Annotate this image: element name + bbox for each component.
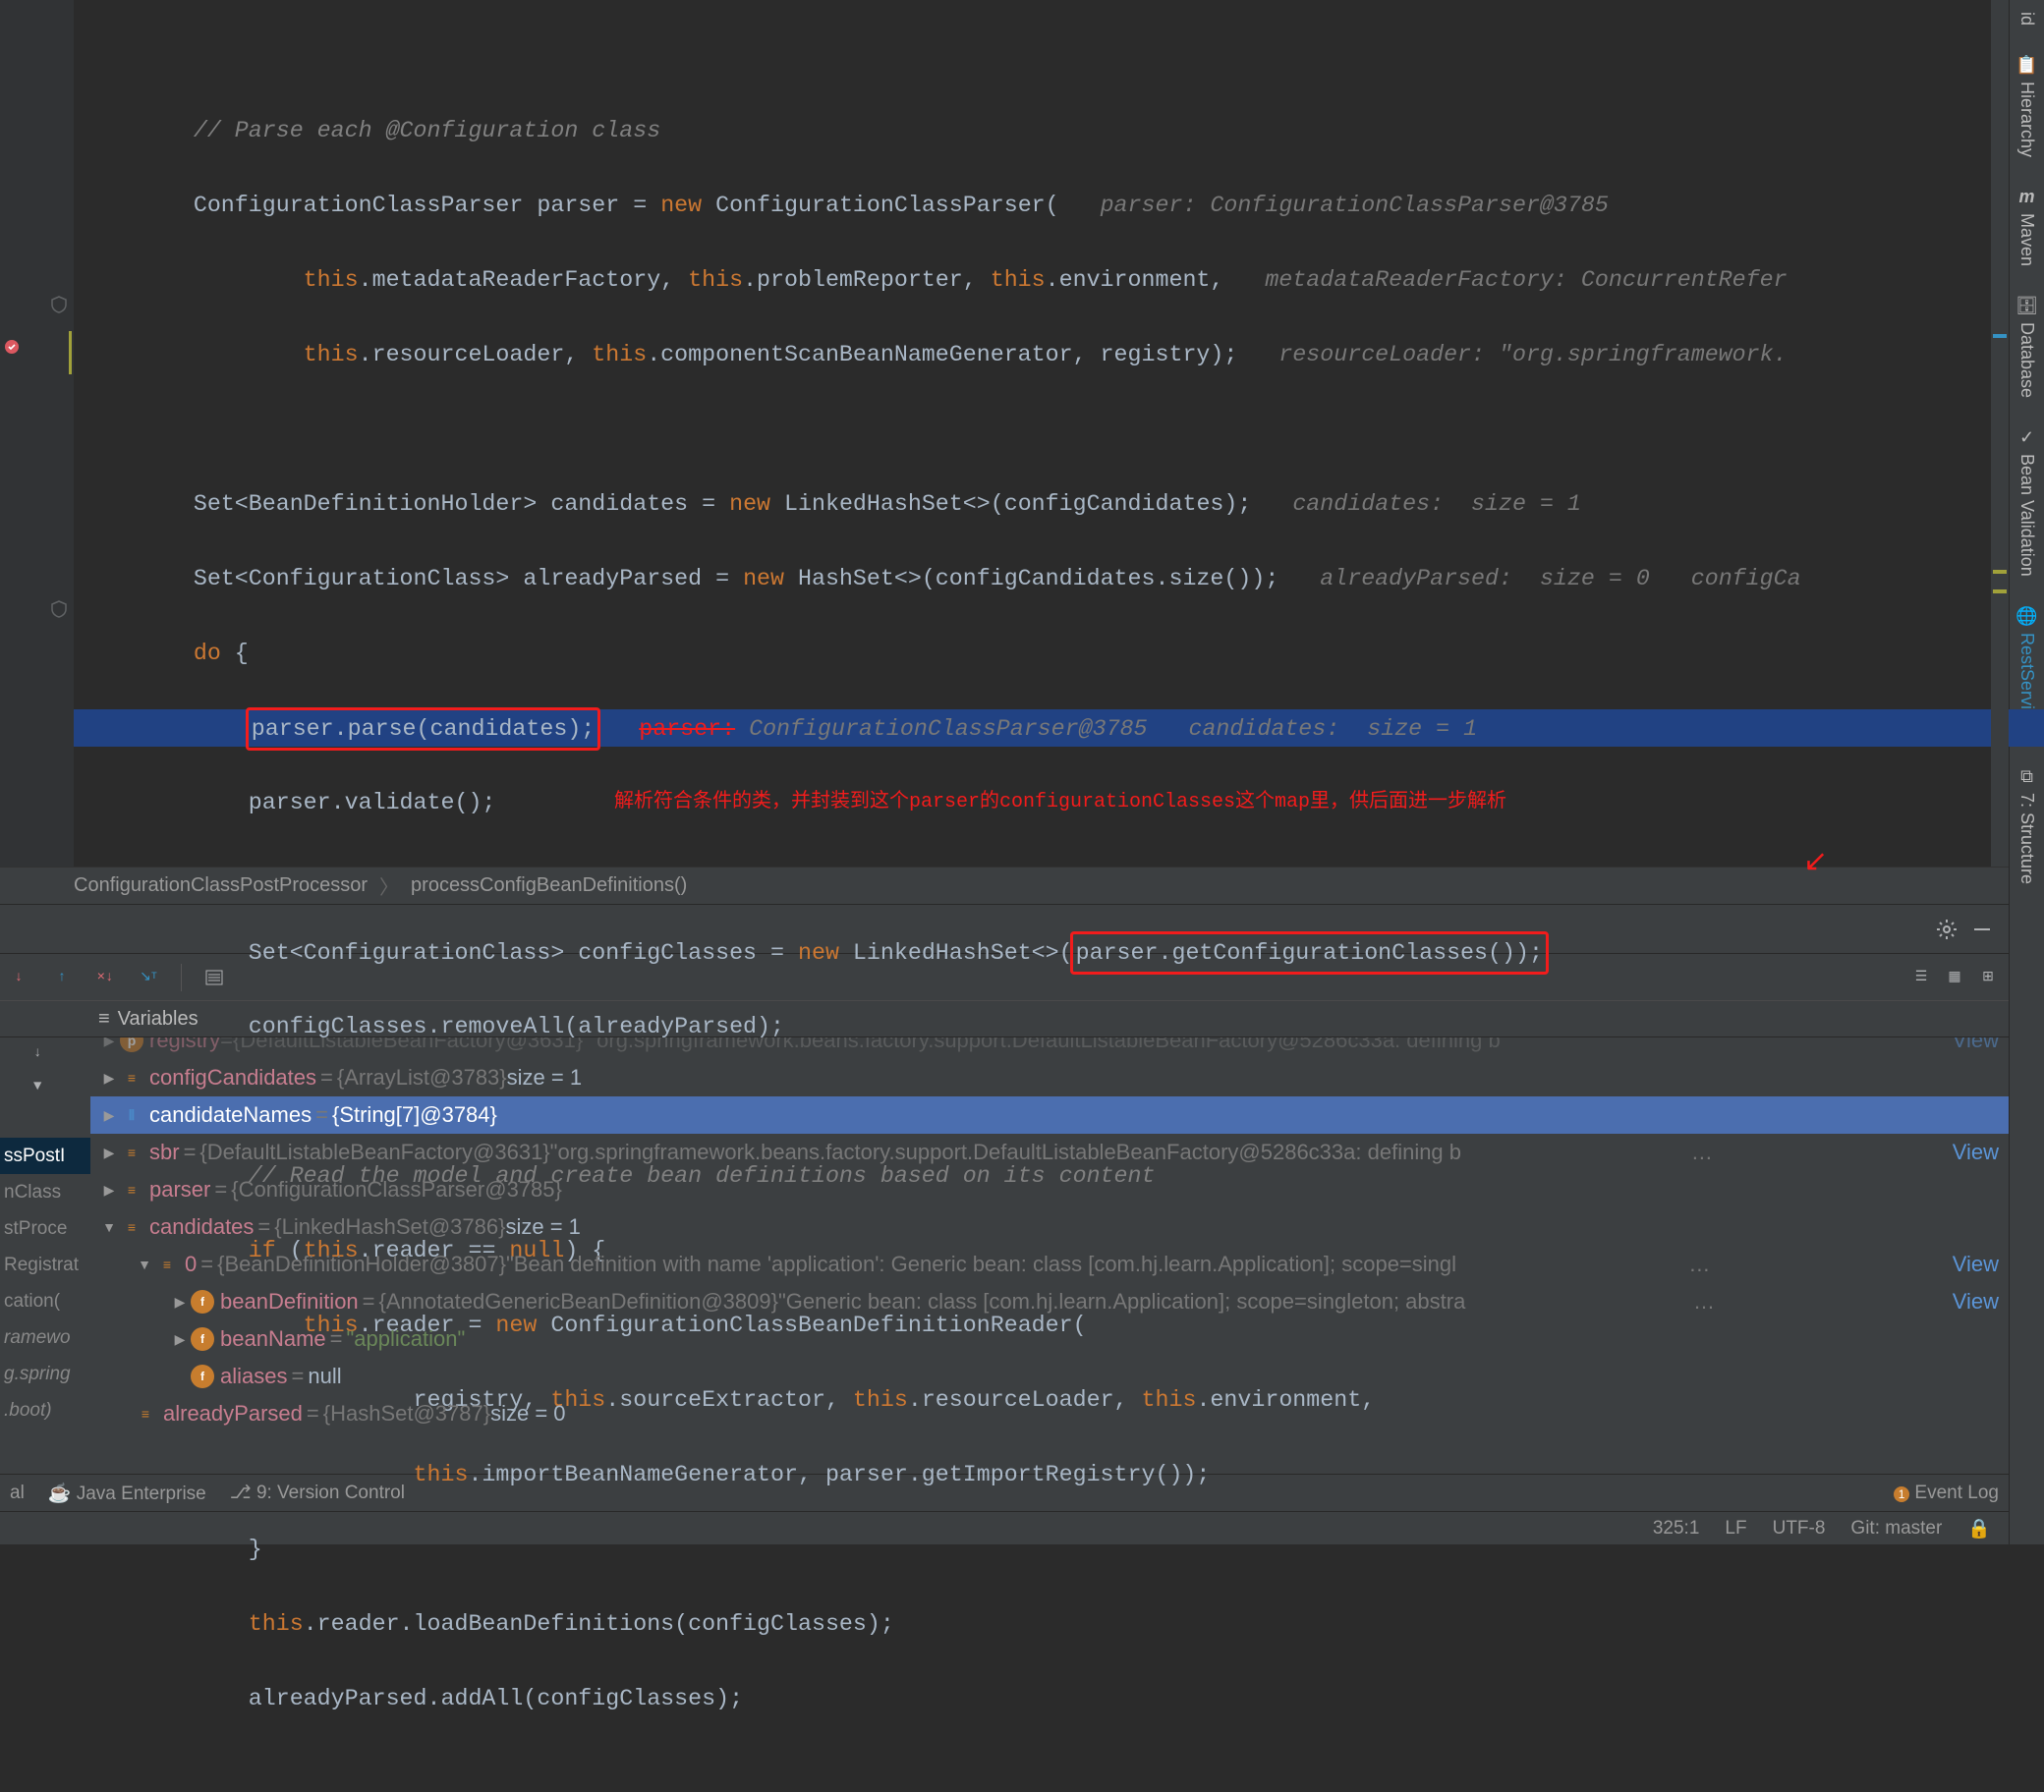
right-tab-database[interactable]: 🗄Database [2016, 296, 2038, 398]
var-row-selected[interactable]: ▶⦀candidateNames={String[7]@3784} [90, 1096, 2009, 1134]
code-line[interactable]: this.metadataReaderFactory, this.problem… [84, 261, 2009, 299]
frame-item[interactable]: ramewo [0, 1319, 90, 1356]
code-line[interactable]: Set<BeanDefinitionHolder> candidates = n… [84, 485, 2009, 523]
breakpoint-icon[interactable] [3, 338, 21, 356]
frame-item[interactable]: ssPostI [0, 1138, 90, 1174]
var-row[interactable]: ▶≡parser={ConfigurationClassParser@3785} [90, 1171, 2009, 1208]
funnel-icon[interactable]: ▼ [33, 1079, 57, 1102]
right-tab[interactable]: id [2016, 12, 2037, 26]
filter-down-icon[interactable]: ↓ [33, 1045, 57, 1069]
var-row[interactable]: ▼≡0={BeanDefinitionHolder@3807} "Bean de… [90, 1246, 2009, 1283]
editor-scrollbar[interactable] [1991, 0, 2009, 867]
step-over-icon[interactable]: ↓ [8, 967, 29, 988]
method-fold-icon[interactable] [49, 599, 69, 619]
code-line[interactable]: ConfigurationClassParser parser = new Co… [84, 187, 2009, 224]
var-row[interactable]: ▶pregistry = {DefaultListableBeanFactory… [90, 1037, 2009, 1059]
var-row[interactable]: ▶≡configCandidates={ArrayList@3783} size… [90, 1059, 2009, 1096]
code-line[interactable] [84, 37, 2009, 75]
variables-tree[interactable]: ▶pregistry = {DefaultListableBeanFactory… [90, 1037, 2009, 1474]
right-tab-hierarchy[interactable]: 📋Hierarchy [2016, 55, 2037, 157]
frame-item[interactable]: stProce [0, 1210, 90, 1247]
code-editor[interactable]: // Parse each @Configuration class Confi… [0, 0, 2009, 867]
gutter [0, 0, 74, 867]
annotation-text: 解析符合条件的类，并封装到这个parser的configurationClass… [614, 784, 1506, 821]
right-tab-bean[interactable]: ✓Bean Validation [2016, 427, 2037, 577]
right-tab-maven[interactable]: mMaven [2016, 187, 2037, 266]
code-line[interactable] [84, 411, 2009, 448]
coverage-marker [69, 331, 72, 374]
frame-item[interactable]: .boot) [0, 1392, 90, 1428]
code-line[interactable]: } [84, 1531, 2009, 1568]
code-line[interactable]: Set<ConfigurationClass> configClasses = … [84, 933, 2009, 971]
code-line[interactable]: Set<ConfigurationClass> alreadyParsed = … [84, 560, 2009, 597]
right-sidebar: id 📋Hierarchy mMaven 🗄Database ✓Bean Val… [2009, 0, 2044, 1544]
code-line-current[interactable]: parser.parse(candidates); parser: Config… [74, 709, 2044, 747]
var-row[interactable]: faliases=null [90, 1358, 2009, 1395]
var-row[interactable]: ▶≡sbr={DefaultListableBeanFactory@3631} … [90, 1134, 2009, 1171]
frame-item[interactable]: nClass [0, 1174, 90, 1210]
step-into-icon[interactable]: ↑ [51, 967, 73, 988]
code-line[interactable]: parser.validate();解析符合条件的类，并封装到这个parser的… [84, 784, 2009, 821]
frame-item[interactable]: g.spring [0, 1356, 90, 1392]
var-row[interactable]: ≡alreadyParsed={HashSet@3787} size = 0 [90, 1395, 2009, 1432]
var-row[interactable]: ▶fbeanName="application" [90, 1320, 2009, 1358]
frame-item[interactable]: Registrat [0, 1247, 90, 1283]
code-line[interactable]: // Parse each @Configuration class [84, 112, 2009, 149]
annotation-box: parser.parse(candidates); [246, 707, 601, 751]
code-line[interactable]: this.reader.loadBeanDefinitions(configCl… [84, 1605, 2009, 1643]
annotation-box: parser.getConfigurationClasses()); [1070, 931, 1549, 975]
var-row[interactable]: ▼≡candidates={LinkedHashSet@3786} size =… [90, 1208, 2009, 1246]
frames-list[interactable]: ssPostI nClass stProce Registrat cation(… [0, 1138, 90, 1430]
code-line[interactable]: alreadyParsed.addAll(configClasses); [84, 1680, 2009, 1717]
frame-item[interactable]: cation( [0, 1283, 90, 1319]
method-fold-icon[interactable] [49, 295, 69, 314]
status-item[interactable]: al [10, 1483, 25, 1504]
code-line[interactable]: this.resourceLoader, this.componentScanB… [84, 336, 2009, 373]
right-tab-structure[interactable]: ⧉7: Structure [2016, 766, 2037, 884]
arrow-annotation: ↙ [1803, 845, 1828, 882]
code-line[interactable]: do { [84, 635, 2009, 672]
var-row[interactable]: ▶fbeanDefinition={AnnotatedGenericBeanDe… [90, 1283, 2009, 1320]
code-line[interactable]: ↙ [84, 859, 2009, 896]
